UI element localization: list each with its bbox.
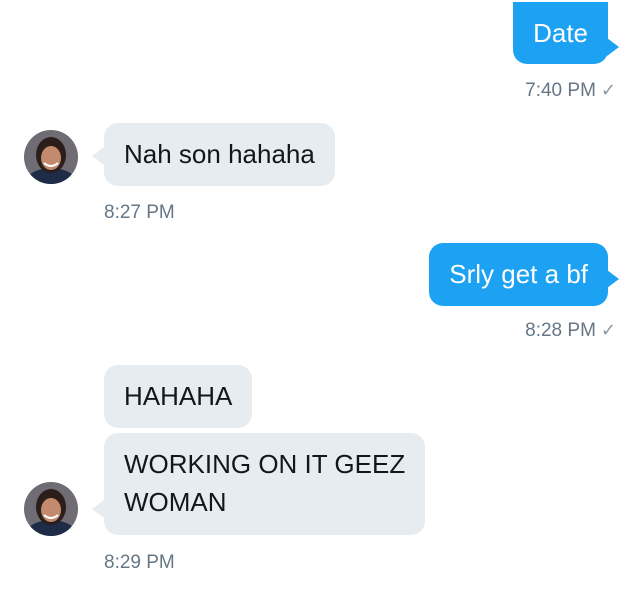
bubble-tail: [92, 500, 104, 518]
checkmark-icon: ✓: [600, 80, 616, 100]
message-bubble-incoming[interactable]: HAHAHA: [104, 365, 253, 428]
message-bubble-outgoing[interactable]: Date: [513, 2, 608, 64]
message-timestamp: 8:27 PM: [104, 202, 175, 223]
message-text: Date: [533, 18, 588, 48]
contact-avatar[interactable]: [24, 482, 78, 536]
bubble-tail: [92, 147, 104, 165]
message-bubble-incoming[interactable]: WORKING ON IT GEEZ WOMAN: [104, 433, 426, 535]
avatar-image: [24, 482, 78, 536]
checkmark-icon: ✓: [600, 320, 616, 340]
bubble-tail: [607, 38, 619, 56]
message-bubble-outgoing[interactable]: Srly get a bf: [429, 243, 608, 306]
message-timestamp: 7:40 PM ✓: [525, 80, 616, 101]
contact-avatar[interactable]: [24, 130, 78, 184]
message-timestamp: 8:29 PM: [104, 552, 175, 573]
message-text: HAHAHA: [124, 381, 233, 411]
message-bubble-incoming[interactable]: Nah son hahaha: [104, 123, 335, 186]
message-text-line: WORKING ON IT GEEZ: [124, 449, 406, 479]
bubble-tail: [607, 270, 619, 288]
message-text-line: WOMAN: [124, 487, 227, 517]
message-timestamp: 8:28 PM ✓: [525, 320, 616, 341]
message-text: Nah son hahaha: [124, 139, 315, 169]
avatar-image: [24, 130, 78, 184]
message-text: Srly get a bf: [449, 259, 588, 289]
